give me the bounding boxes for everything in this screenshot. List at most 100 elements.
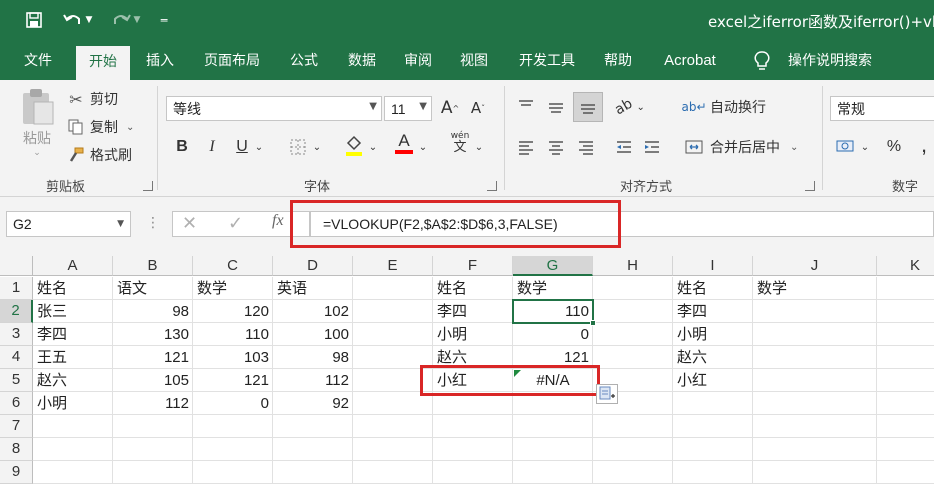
tab-insert[interactable]: 插入: [136, 42, 184, 80]
customize-qat-icon[interactable]: ═: [156, 9, 172, 31]
table1-cell[interactable]: 赵六: [33, 369, 113, 392]
tab-help[interactable]: 帮助: [594, 42, 642, 80]
accounting-dropdown-icon[interactable]: ⌄: [858, 134, 872, 160]
table2-header-cell[interactable]: 姓名: [433, 277, 513, 300]
tab-file[interactable]: 文件: [14, 42, 62, 80]
grid-cell[interactable]: [753, 300, 877, 323]
tab-view[interactable]: 视图: [450, 42, 498, 80]
tab-review[interactable]: 审阅: [394, 42, 442, 80]
table1-cell[interactable]: 92: [273, 392, 353, 415]
table1-cell[interactable]: 105: [113, 369, 193, 392]
grid-cell[interactable]: [33, 438, 113, 461]
accounting-format-icon[interactable]: [834, 134, 858, 160]
tell-me-search[interactable]: 操作说明搜索: [780, 42, 880, 80]
grid-cell[interactable]: [593, 415, 673, 438]
table1-header-cell[interactable]: 语文: [113, 277, 193, 300]
grid-cell[interactable]: [877, 438, 934, 461]
grid-cell[interactable]: [273, 415, 353, 438]
cut-button[interactable]: ✂ 剪切: [66, 88, 118, 110]
column-header-i[interactable]: I: [673, 256, 753, 276]
grid-cell[interactable]: [753, 323, 877, 346]
column-header-b[interactable]: B: [113, 256, 193, 276]
enter-check-icon[interactable]: ✓: [228, 213, 243, 234]
comma-style-button[interactable]: ,: [912, 132, 934, 158]
name-box[interactable]: G2 ▼: [6, 211, 131, 237]
border-button[interactable]: [286, 134, 310, 160]
table3-cell[interactable]: 赵六: [673, 346, 753, 369]
table3-header-cell[interactable]: 数学: [753, 277, 877, 300]
table1-cell[interactable]: 0: [193, 392, 273, 415]
grid-cell[interactable]: [593, 346, 673, 369]
wrap-text-button[interactable]: ab↵ 自动换行: [681, 96, 766, 118]
fill-color-dropdown-icon[interactable]: ⌄: [366, 134, 380, 160]
save-icon[interactable]: [22, 9, 46, 31]
table2-cell[interactable]: 李四: [433, 300, 513, 323]
table1-cell[interactable]: 112: [113, 392, 193, 415]
column-header-a[interactable]: A: [33, 256, 113, 276]
grid-cell[interactable]: [513, 438, 593, 461]
table1-cell[interactable]: 121: [113, 346, 193, 369]
table1-header-cell[interactable]: 姓名: [33, 277, 113, 300]
column-header-k[interactable]: K: [877, 256, 934, 276]
table1-cell[interactable]: 98: [113, 300, 193, 323]
row-header-9[interactable]: 9: [0, 461, 33, 484]
undo-icon[interactable]: ▼: [58, 9, 96, 31]
align-bottom-icon[interactable]: [573, 92, 603, 122]
tab-formulas[interactable]: 公式: [280, 42, 328, 80]
grid-cell[interactable]: [593, 300, 673, 323]
row-header-4[interactable]: 4: [0, 346, 33, 369]
grid-cell[interactable]: [193, 415, 273, 438]
column-header-f[interactable]: F: [433, 256, 513, 276]
decrease-indent-icon[interactable]: [612, 134, 636, 160]
grid-cell[interactable]: [753, 461, 877, 484]
grid-cell[interactable]: [673, 415, 753, 438]
grid-cell[interactable]: [877, 323, 934, 346]
grid-cell[interactable]: [193, 438, 273, 461]
table1-cell[interactable]: 130: [113, 323, 193, 346]
alignment-launcher-icon[interactable]: [805, 181, 815, 191]
grid-cell[interactable]: [113, 438, 193, 461]
tab-data[interactable]: 数据: [338, 42, 386, 80]
row-header-7[interactable]: 7: [0, 415, 33, 438]
table3-cell[interactable]: 小红: [673, 369, 753, 392]
merge-center-button[interactable]: 合并后居中 ⌄: [684, 136, 798, 158]
paste-options-icon[interactable]: [596, 384, 618, 404]
paste-dropdown-icon[interactable]: ⌄: [33, 148, 41, 158]
table2-cell[interactable]: 0: [513, 323, 593, 346]
select-all-corner[interactable]: [0, 256, 33, 276]
format-painter-button[interactable]: 格式刷: [66, 144, 132, 166]
table1-cell[interactable]: 张三: [33, 300, 113, 323]
row-header-3[interactable]: 3: [0, 323, 33, 346]
grid-cell[interactable]: [593, 323, 673, 346]
increase-font-size-icon[interactable]: A ^: [438, 95, 462, 121]
grid-cell[interactable]: [513, 415, 593, 438]
grid-cell[interactable]: [273, 438, 353, 461]
grid-cell[interactable]: [593, 461, 673, 484]
tab-acrobat[interactable]: Acrobat: [652, 42, 728, 80]
bold-button[interactable]: B: [170, 134, 194, 160]
grid-cell[interactable]: [877, 461, 934, 484]
insert-function-button[interactable]: fx: [272, 212, 284, 230]
table1-cell[interactable]: 李四: [33, 323, 113, 346]
row-header-1[interactable]: 1: [0, 277, 33, 300]
table3-header-cell[interactable]: 姓名: [673, 277, 753, 300]
underline-dropdown-icon[interactable]: ⌄: [252, 134, 266, 160]
grid-cell[interactable]: [593, 438, 673, 461]
grid-cell[interactable]: [753, 392, 877, 415]
grid-cell[interactable]: [113, 415, 193, 438]
column-header-d[interactable]: D: [273, 256, 353, 276]
table3-cell[interactable]: 小明: [673, 323, 753, 346]
grid-cell[interactable]: [877, 415, 934, 438]
table1-cell[interactable]: 100: [273, 323, 353, 346]
table1-cell[interactable]: 121: [193, 369, 273, 392]
grid-cell[interactable]: [513, 461, 593, 484]
table2-header-cell[interactable]: 数学: [513, 277, 593, 300]
table1-header-cell[interactable]: 数学: [193, 277, 273, 300]
font-name-select[interactable]: 等线 ▼: [166, 96, 382, 121]
align-top-icon[interactable]: [514, 94, 538, 120]
grid-cell[interactable]: [877, 369, 934, 392]
redo-icon[interactable]: ▼: [106, 9, 144, 31]
grid-cell[interactable]: [33, 415, 113, 438]
table2-cell[interactable]: 小明: [433, 323, 513, 346]
table1-cell[interactable]: 120: [193, 300, 273, 323]
